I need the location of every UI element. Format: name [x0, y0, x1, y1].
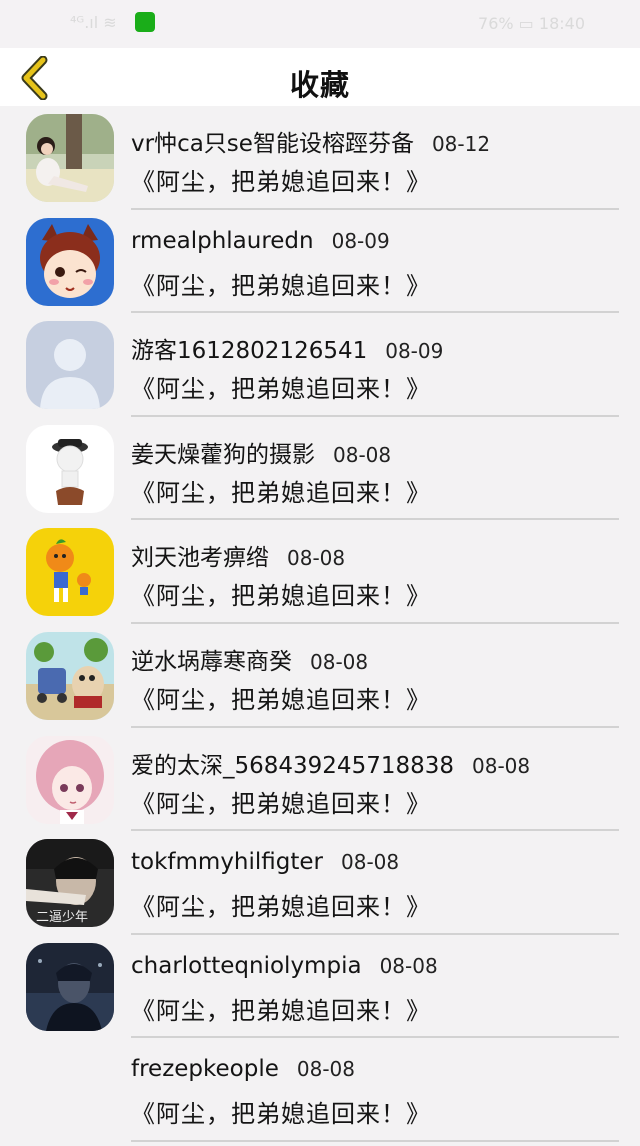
favorite-item-header: 游客1612802126541 08-09: [131, 331, 443, 365]
favorite-item[interactable]: 姜天燥藿狗的摄影 08-08 《阿尘，把弟媳追回来！》: [0, 417, 640, 521]
favorite-item-header: vr忡ca只se智能设榕踁芬备 08-12: [131, 124, 490, 158]
wechat-notification-icon: [134, 12, 155, 32]
favorite-date: 08-08: [341, 850, 400, 875]
favorite-item-header: 爱的太深_568439245718838 08-08: [131, 746, 530, 780]
favorite-item-content: charlotteqniolympia 08-08 《阿尘，把弟媳追回来！》: [131, 935, 619, 1039]
status-right: 76% ▭ 18:40: [478, 14, 585, 33]
favorite-item-header: charlotteqniolympia 08-08: [131, 953, 438, 979]
avatar[interactable]: [26, 321, 114, 410]
favorite-item-content: 姜天燥藿狗的摄影 08-08 《阿尘，把弟媳追回来！》: [131, 417, 619, 521]
user-name: rmealphlauredn: [131, 227, 314, 254]
favorite-item-content: tokfmmyhilfigter 08-08 《阿尘，把弟媳追回来！》: [131, 831, 619, 935]
page-title: 收藏: [289, 68, 350, 102]
book-title: 《阿尘，把弟媳追回来！》: [131, 789, 431, 818]
favorite-item-content: frezepkeople 08-08 《阿尘，把弟媳追回来！》: [131, 1038, 619, 1142]
user-name: 爱的太深_568439245718838: [131, 752, 454, 779]
avatar[interactable]: [26, 114, 114, 202]
avatar[interactable]: [26, 424, 114, 513]
book-title: 《阿尘，把弟媳追回来！》: [131, 1100, 431, 1129]
user-name: 姜天燥藿狗的摄影: [131, 441, 315, 468]
favorite-date: 08-08: [296, 1057, 356, 1082]
favorite-item[interactable]: 游客1612802126541 08-09 《阿尘，把弟媳追回来！》: [0, 313, 640, 417]
avatar[interactable]: [26, 942, 114, 1031]
favorite-item-header: frezepkeople 08-08: [131, 1056, 355, 1082]
favorite-item-content: vr忡ca只se智能设榕踁芬备 08-12 《阿尘，把弟媳追回来！》: [131, 106, 619, 210]
favorite-item-content: 游客1612802126541 08-09 《阿尘，把弟媳追回来！》: [131, 313, 619, 417]
favorite-item-content: rmealphlauredn 08-09 《阿尘，把弟媳追回来！》: [131, 210, 619, 314]
status-left: ⁴ᴳ.ıl ≋: [70, 12, 155, 32]
favorite-date: 08-12: [431, 132, 491, 156]
favorite-item-header: 逆水埚蓐寒商癸 08-08: [131, 642, 368, 676]
book-title: 《阿尘，把弟媳追回来！》: [131, 375, 431, 404]
user-name: tokfmmyhilfigter: [131, 849, 323, 876]
favorite-item[interactable]: 刘天池考痹绺 08-08 《阿尘，把弟媳追回来！》: [0, 520, 640, 624]
favorite-item[interactable]: rmealphlauredn 08-09 《阿尘，把弟媳追回来！》: [0, 210, 640, 314]
favorite-item-header: 姜天燥藿狗的摄影 08-08: [131, 435, 391, 469]
header: 收藏: [0, 48, 640, 106]
favorite-date: 08-08: [472, 753, 531, 778]
favorite-date: 08-08: [379, 953, 438, 978]
book-title: 《阿尘，把弟媳追回来！》: [131, 996, 431, 1025]
avatar[interactable]: [26, 735, 114, 824]
avatar[interactable]: [26, 631, 114, 720]
favorite-item-content: 逆水埚蓐寒商癸 08-08 《阿尘，把弟媳追回来！》: [131, 624, 619, 728]
avatar[interactable]: [26, 217, 114, 306]
user-name: 游客1612802126541: [131, 338, 368, 365]
user-name: 刘天池考痹绺: [131, 545, 269, 572]
favorite-date: 08-09: [331, 228, 390, 253]
favorite-item-header: rmealphlauredn 08-09: [131, 228, 390, 254]
book-title: 《阿尘，把弟媳追回来！》: [131, 685, 431, 714]
avatar[interactable]: [26, 528, 114, 617]
book-title: 《阿尘，把弟媳追回来！》: [131, 582, 431, 611]
status-bar: ⁴ᴳ.ıl ≋ 76% ▭ 18:40: [0, 0, 640, 48]
favorite-date: 08-08: [310, 649, 369, 674]
favorite-date: 08-09: [385, 339, 444, 364]
favorite-item[interactable]: vr忡ca只se智能设榕踁芬备 08-12 《阿尘，把弟媳追回来！》: [0, 106, 640, 210]
favorite-item-header: 刘天池考痹绺 08-08: [131, 538, 345, 572]
favorite-item-content: 刘天池考痹绺 08-08 《阿尘，把弟媳追回来！》: [131, 520, 619, 624]
book-title: 《阿尘，把弟媳追回来！》: [131, 271, 431, 300]
favorite-date: 08-08: [287, 546, 346, 571]
favorite-item-content: 爱的太深_568439245718838 08-08 《阿尘，把弟媳追回来！》: [131, 728, 619, 832]
favorite-item[interactable]: 逆水埚蓐寒商癸 08-08 《阿尘，把弟媳追回来！》: [0, 624, 640, 728]
book-title: 《阿尘，把弟媳追回来！》: [131, 478, 431, 507]
favorite-item[interactable]: frezepkeople 08-08 《阿尘，把弟媳追回来！》: [0, 1038, 640, 1142]
user-name: 逆水埚蓐寒商癸: [131, 648, 292, 675]
favorite-item[interactable]: 爱的太深_568439245718838 08-08 《阿尘，把弟媳追回来！》: [0, 728, 640, 832]
signal-icon: ⁴ᴳ.ıl ≋: [70, 12, 117, 32]
user-name: frezepkeople: [131, 1056, 279, 1083]
svg-text:二逼少年: 二逼少年: [36, 910, 88, 925]
favorite-item[interactable]: charlotteqniolympia 08-08 《阿尘，把弟媳追回来！》: [0, 935, 640, 1039]
avatar[interactable]: 二逼少年: [26, 839, 114, 928]
book-title: 《阿尘，把弟媳追回来！》: [131, 168, 431, 196]
favorite-item-header: tokfmmyhilfigter 08-08: [131, 849, 399, 875]
favorites-list: vr忡ca只se智能设榕踁芬备 08-12 《阿尘，把弟媳追回来！》 rmealphl…: [0, 106, 640, 1142]
user-name: charlotteqniolympia: [131, 952, 362, 979]
book-title: 《阿尘，把弟媳追回来！》: [131, 893, 431, 922]
favorite-date: 08-08: [333, 442, 392, 467]
favorite-item[interactable]: 二逼少年 tokfmmyhilfigter 08-08 《阿尘，把弟媳追回来！》: [0, 831, 640, 935]
user-name: vr忡ca只se智能设榕踁芬备: [131, 131, 414, 157]
